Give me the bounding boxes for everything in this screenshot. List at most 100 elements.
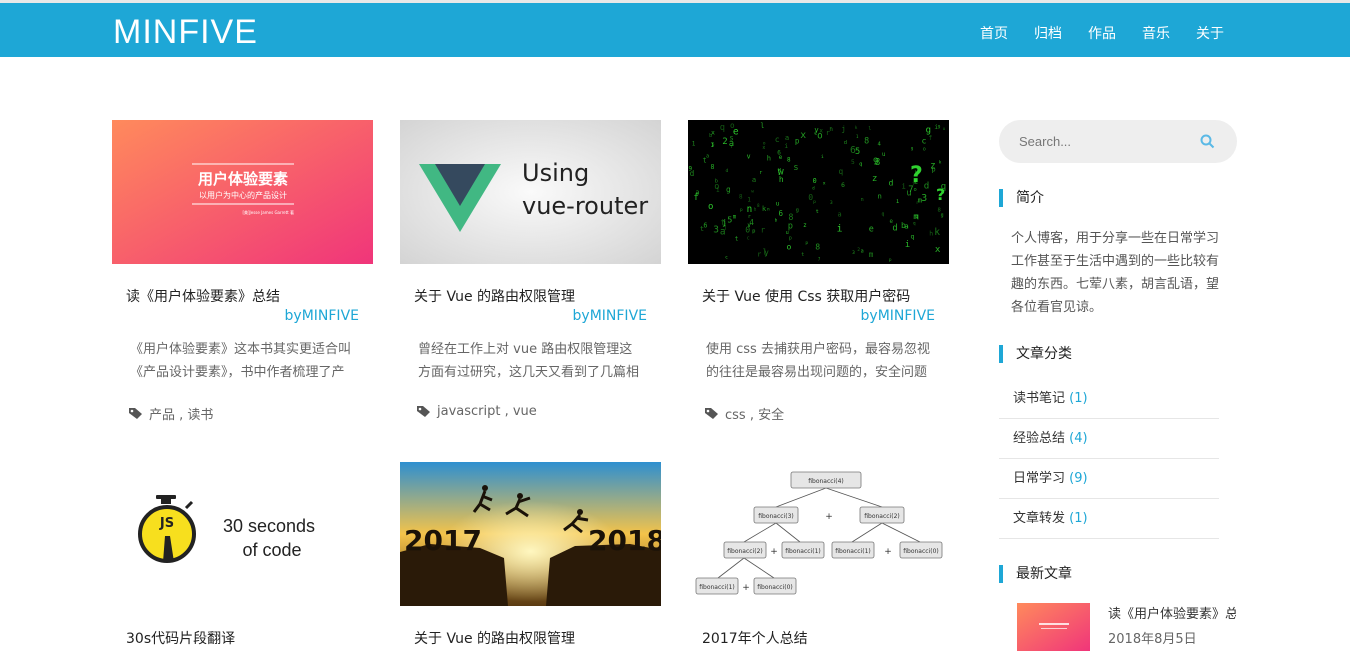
post-summary: 使用 css 去捕获用户密码，最容易忽视的往往是最容易出现问题的，安全问题不容 — [706, 342, 930, 380]
post-tags: javascript , vue — [416, 404, 661, 419]
post-tags-text[interactable]: css , 安全 — [725, 404, 784, 423]
post-tags-text[interactable]: javascript , vue — [437, 404, 537, 419]
post-thumbnail[interactable]: fibonacci(4) fibonacci(3) fibonacci(2) f… — [688, 462, 949, 606]
matrix-glyph: q — [720, 123, 725, 133]
matrix-glyph: c — [747, 235, 750, 241]
matrix-glyph: q — [839, 167, 844, 176]
post-author[interactable]: byMINFIVE — [112, 308, 373, 324]
matrix-glyph: 3 — [713, 224, 719, 235]
matrix-glyph: h — [779, 175, 784, 184]
post-card[interactable]: 2017 2018 关于 Vue 的路由权限管理 — [400, 462, 661, 648]
diagram-node: fibonacci(1) — [835, 548, 871, 555]
matrix-glyph: o — [714, 182, 719, 192]
recent-post-title[interactable]: 读《用户体验要素》总结 — [1108, 603, 1236, 622]
post-title[interactable]: 关于 Vue 的路由权限管理 — [414, 286, 661, 306]
post-author[interactable]: byMINFIVE — [688, 308, 949, 324]
tag-icon — [417, 406, 430, 417]
post-title[interactable]: 关于 Vue 的路由权限管理 — [414, 628, 661, 648]
category-item[interactable]: 经验总结 (4) — [999, 419, 1219, 459]
matrix-glyph: c — [725, 255, 728, 260]
post-tags-text[interactable]: 产品 , 读书 — [149, 404, 213, 423]
site-logo[interactable]: MINFIVE — [113, 13, 258, 52]
matrix-glyph: 1 — [896, 199, 900, 205]
post-thumbnail[interactable]: JS 30 seconds of code — [112, 462, 373, 606]
category-name: 日常学习 — [1013, 471, 1066, 486]
matrix-glyph: k — [939, 160, 942, 166]
matrix-glyph: w — [751, 190, 754, 195]
matrix-glyph: 3 — [921, 193, 927, 204]
recent-post-thumbnail[interactable] — [1017, 603, 1090, 651]
category-name: 文章转发 — [1013, 511, 1066, 526]
matrix-glyph: z — [872, 173, 878, 184]
post-thumbnail[interactable]: 用户体验要素 以用户为中心的产品设计 [美]Jesse James Garret… — [112, 120, 373, 264]
post-author[interactable]: byMINFIVE — [400, 308, 661, 324]
matrix-glyph: i — [905, 240, 910, 250]
nav-music[interactable]: 音乐 — [1142, 23, 1170, 43]
matrix-glyph: 2 — [722, 137, 727, 147]
post-thumbnail[interactable]: porretq1ioqxpi4xh8dqa5cfceo1z5b6x823xpqg… — [688, 120, 949, 264]
matrix-glyph: k — [934, 227, 940, 238]
post-card[interactable]: JS 30 seconds of code 30s代码片段翻译 — [112, 462, 373, 648]
nav-archive[interactable]: 归档 — [1034, 23, 1062, 43]
matrix-glyph: y — [814, 125, 819, 134]
category-name: 读书笔记 — [1013, 391, 1066, 406]
matrix-glyph: 8 — [711, 163, 715, 171]
matrix-glyph: t — [801, 252, 804, 258]
matrix-glyph: c — [922, 136, 927, 146]
post-card[interactable]: 用户体验要素 以用户为中心的产品设计 [美]Jesse James Garret… — [112, 120, 373, 423]
matrix-glyph: u — [786, 230, 789, 236]
matrix-glyph: d — [844, 140, 847, 146]
matrix-glyph: 8 — [788, 212, 793, 222]
matrix-glyph: n — [878, 192, 882, 201]
matrix-glyph: 8 — [815, 242, 820, 252]
post-tags: css , 安全 — [704, 404, 949, 423]
matrix-glyph: i — [902, 182, 906, 190]
diagram-node: fibonacci(3) — [758, 513, 794, 520]
matrix-glyph: x — [800, 130, 806, 141]
nav-home[interactable]: 首页 — [980, 23, 1008, 43]
search-input[interactable] — [999, 120, 1179, 163]
diagram-plus: + — [884, 547, 892, 557]
recent-post[interactable]: 读《用户体验要素》总结 2018年8月5日 — [999, 603, 1239, 651]
matrix-glyph: l — [760, 122, 764, 130]
matrix-glyph: h — [929, 230, 933, 238]
matrix-glyph: a — [729, 139, 734, 149]
matrix-glyph: i — [821, 154, 824, 160]
post-title[interactable]: 30s代码片段翻译 — [126, 628, 373, 648]
matrix-glyph: p — [752, 229, 755, 235]
nav-works[interactable]: 作品 — [1088, 23, 1116, 43]
recent-title: 最新文章 — [999, 565, 1239, 583]
matrix-glyph: o — [923, 147, 926, 153]
matrix-glyph: m — [733, 214, 737, 220]
category-list: 读书笔记 (1) 经验总结 (4) 日常学习 (9) 文章转发 (1) — [999, 379, 1219, 539]
matrix-glyph: z — [930, 161, 936, 172]
post-card[interactable]: porretq1ioqxpi4xh8dqa5cfceo1z5b6x823xpqg… — [688, 120, 949, 423]
js-badge: JS — [159, 516, 174, 531]
post-title[interactable]: 2017年个人总结 — [702, 628, 949, 648]
matrix-glyph: u — [882, 151, 886, 158]
matrix-glyph: 8 — [739, 195, 743, 201]
matrix-glyph: 6 — [841, 182, 845, 189]
category-count: (4) — [1069, 431, 1088, 446]
category-item[interactable]: 文章转发 (1) — [999, 499, 1219, 539]
matrix-glyph: q — [859, 162, 862, 168]
matrix-glyph: b — [709, 133, 712, 139]
post-thumbnail[interactable]: 2017 2018 — [400, 462, 661, 606]
thumb-subtitle: 以用户为中心的产品设计 — [199, 190, 287, 200]
diagram-plus: + — [742, 583, 750, 593]
matrix-glyph: r — [761, 226, 766, 235]
post-card[interactable]: Using vue-router 关于 Vue 的路由权限管理 byMINFIV… — [400, 120, 661, 419]
matrix-glyph: 6 — [777, 149, 781, 156]
post-thumbnail[interactable]: Using vue-router — [400, 120, 661, 264]
category-item[interactable]: 日常学习 (9) — [999, 459, 1219, 499]
matrix-glyph: p — [740, 208, 743, 213]
matrix-glyph: 3 — [852, 250, 855, 256]
search-icon[interactable] — [1200, 134, 1215, 149]
post-title[interactable]: 读《用户体验要素》总结 — [126, 286, 373, 306]
post-title[interactable]: 关于 Vue 使用 Css 获取用户密码 — [702, 286, 949, 306]
category-item[interactable]: 读书笔记 (1) — [999, 379, 1219, 419]
matrix-glyph: i — [934, 123, 938, 131]
nav-about[interactable]: 关于 — [1196, 23, 1224, 43]
matrix-glyph: 8 — [787, 158, 791, 164]
post-card[interactable]: fibonacci(4) fibonacci(3) fibonacci(2) f… — [688, 462, 949, 648]
